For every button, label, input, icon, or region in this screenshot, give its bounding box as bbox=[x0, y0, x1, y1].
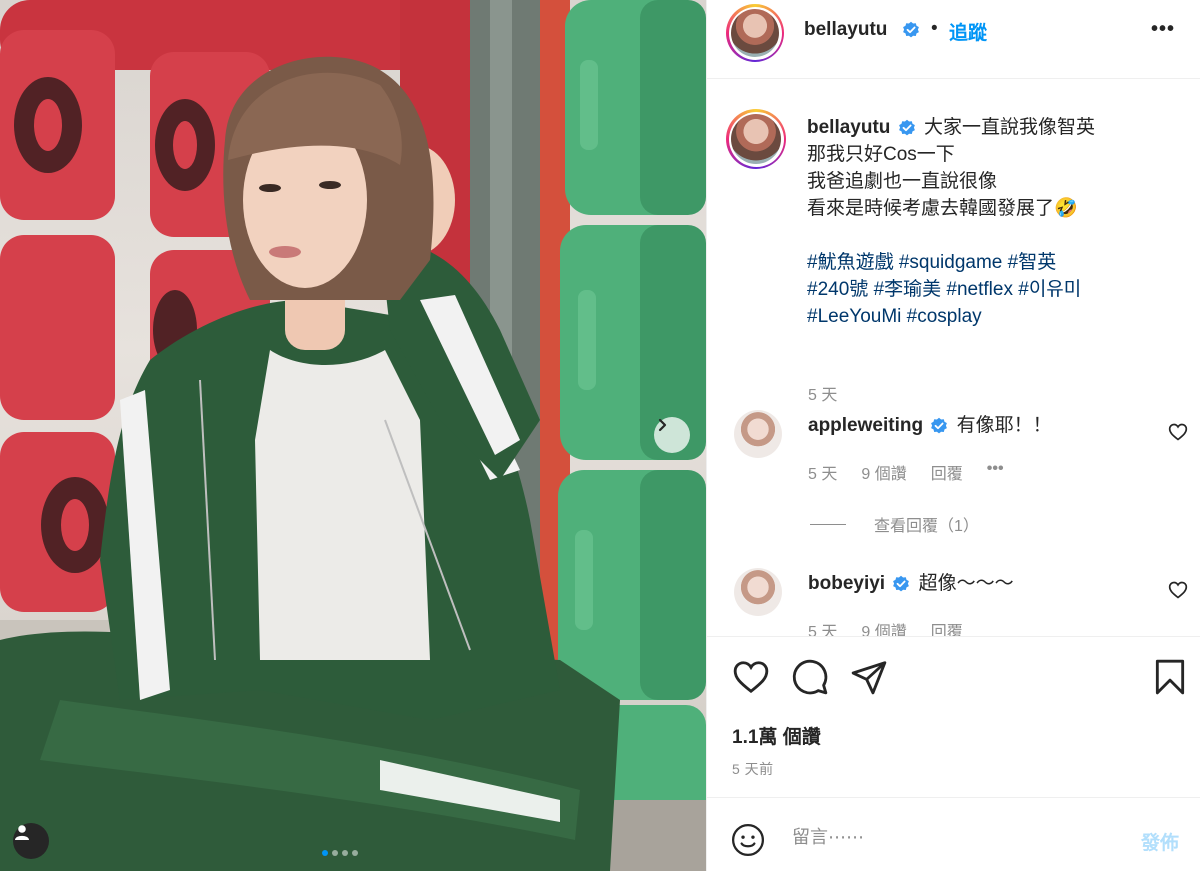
hashtag-link[interactable]: #240號 bbox=[807, 279, 868, 300]
heart-icon[interactable] bbox=[1168, 422, 1188, 442]
follow-button[interactable]: 追蹤 bbox=[949, 18, 987, 45]
carousel-indicator bbox=[322, 850, 358, 856]
verified-badge-icon bbox=[902, 21, 920, 39]
user-tag-icon bbox=[15, 825, 29, 840]
heart-icon[interactable] bbox=[732, 658, 770, 696]
hashtag-line: #240號 #李瑜美 #netflex #이유미 bbox=[807, 276, 1177, 303]
reply-button[interactable]: 回覆 bbox=[931, 618, 963, 636]
avatar-image bbox=[731, 9, 779, 57]
view-replies-label: 查看回覆（1） bbox=[874, 518, 979, 535]
smiley-icon[interactable] bbox=[731, 823, 765, 857]
hashtag-link[interactable]: #cosplay bbox=[907, 306, 982, 327]
next-photo-button[interactable] bbox=[654, 417, 690, 453]
carousel-dot bbox=[322, 850, 328, 856]
comment-meta: 5 天 9 個讚 回覆 ••• bbox=[808, 460, 1004, 484]
comment-text: 超像～～～ bbox=[918, 573, 1014, 594]
commenter-username[interactable]: appleweiting bbox=[808, 415, 923, 436]
avatar-image bbox=[731, 114, 781, 164]
post-actions-bar bbox=[707, 638, 1200, 718]
chevron-right-icon bbox=[658, 418, 667, 432]
post-details-panel: bellayutu • 追蹤 ••• bellayutu 大家一直說我像智英 那… bbox=[706, 0, 1200, 871]
hashtag-line: #魷魚遊戲 #squidgame #智英 bbox=[807, 249, 1177, 276]
caption-line: 大家一直說我像智英 bbox=[923, 117, 1095, 138]
comment-more-button[interactable]: ••• bbox=[987, 460, 1004, 484]
hashtag-link[interactable]: #LeeYouMi bbox=[807, 306, 901, 327]
hashtag-link[interactable]: #netflex bbox=[946, 279, 1013, 300]
replies-divider bbox=[810, 523, 846, 525]
heart-icon[interactable] bbox=[1168, 580, 1188, 600]
comment-body: appleweiting 有像耶！！ bbox=[808, 410, 1168, 437]
verified-badge-icon bbox=[898, 119, 915, 136]
hashtag-line: #LeeYouMi #cosplay bbox=[807, 303, 1177, 330]
paper-plane-icon[interactable] bbox=[850, 658, 888, 696]
hashtag-link[interactable]: #squidgame bbox=[899, 252, 1003, 273]
caption-time[interactable]: 5 天 bbox=[808, 381, 837, 405]
caption-line: 看來是時候考慮去韓國發展了🤣 bbox=[807, 198, 1078, 219]
likes-count[interactable]: 1.1萬 個讚 bbox=[732, 722, 821, 749]
carousel-dot bbox=[332, 850, 338, 856]
comment-input[interactable] bbox=[792, 822, 1112, 852]
post-photo bbox=[0, 0, 706, 871]
hashtag-link[interactable]: #魷魚遊戲 bbox=[807, 252, 894, 273]
comment-likes[interactable]: 9 個讚 bbox=[861, 460, 906, 484]
comment-time[interactable]: 5 天 bbox=[808, 460, 837, 484]
more-options-button[interactable]: ••• bbox=[1151, 18, 1175, 41]
post-timestamp[interactable]: 5 天前 bbox=[732, 759, 774, 779]
caption-username[interactable]: bellayutu bbox=[807, 117, 890, 138]
tagged-users-button[interactable] bbox=[13, 823, 49, 859]
caption-text: bellayutu 大家一直說我像智英 那我只好Cos一下 我爸追劇也一直說很像… bbox=[807, 114, 1177, 330]
commenter-avatar[interactable] bbox=[734, 568, 782, 616]
verified-badge-icon bbox=[893, 575, 910, 592]
hashtag-link[interactable]: #智英 bbox=[1008, 252, 1057, 273]
comment-time[interactable]: 5 天 bbox=[808, 618, 837, 636]
separator-dot: • bbox=[931, 18, 938, 39]
add-comment-bar: 發佈 bbox=[707, 797, 1200, 871]
hashtag-link[interactable]: #李瑜美 bbox=[874, 279, 942, 300]
author-username[interactable]: bellayutu bbox=[804, 19, 887, 41]
photo-illustration bbox=[0, 0, 706, 871]
comment-icon[interactable] bbox=[791, 658, 829, 696]
author-avatar[interactable] bbox=[726, 4, 784, 62]
post-header: bellayutu • 追蹤 ••• bbox=[707, 0, 1200, 79]
post-comment-button[interactable]: 發佈 bbox=[1141, 828, 1179, 855]
view-replies-button[interactable]: 查看回覆（1） bbox=[810, 512, 979, 536]
bookmark-icon[interactable] bbox=[1151, 658, 1189, 696]
caption-line: 我爸追劇也一直說很像 bbox=[807, 171, 998, 192]
reply-button[interactable]: 回覆 bbox=[931, 460, 963, 484]
commenter-username[interactable]: bobeyiyi bbox=[808, 573, 885, 594]
hashtag-link[interactable]: #이유미 bbox=[1018, 279, 1081, 300]
commenter-avatar[interactable] bbox=[734, 410, 782, 458]
comment-body: bobeyiyi 超像～～～ bbox=[808, 568, 1168, 595]
carousel-dot bbox=[342, 850, 348, 856]
comments-section[interactable]: bellayutu 大家一直說我像智英 那我只好Cos一下 我爸追劇也一直說很像… bbox=[707, 80, 1200, 637]
comment-meta: 5 天 9 個讚 回覆 bbox=[808, 618, 963, 636]
comment-likes[interactable]: 9 個讚 bbox=[861, 618, 906, 636]
carousel-dot bbox=[352, 850, 358, 856]
comment-text: 有像耶！！ bbox=[956, 415, 1052, 436]
verified-badge-icon bbox=[931, 417, 948, 434]
caption-avatar[interactable] bbox=[726, 109, 786, 169]
caption-line: 那我只好Cos一下 bbox=[807, 144, 955, 165]
